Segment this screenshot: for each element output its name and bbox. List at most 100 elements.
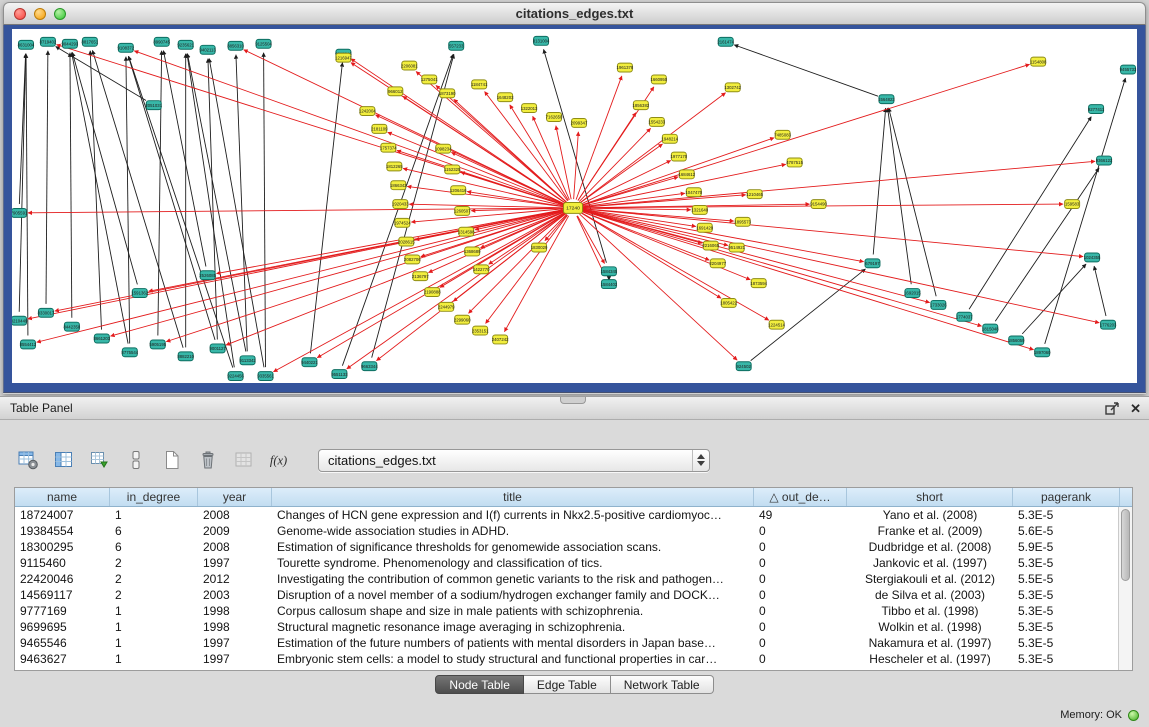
zoom-window-button[interactable]	[54, 8, 66, 20]
graph-node[interactable]: 1564823	[878, 95, 895, 104]
graph-node[interactable]: 8330017	[38, 308, 55, 317]
window-titlebar[interactable]: citations_edges.txt	[3, 2, 1146, 25]
graph-node[interactable]: 1830029	[531, 243, 548, 252]
close-panel-icon[interactable]: ✕	[1130, 399, 1141, 418]
column-header[interactable]: name	[15, 488, 110, 506]
graph-node[interactable]: 1554233	[649, 118, 666, 127]
float-panel-icon[interactable]	[1105, 402, 1120, 415]
graph-node[interactable]: 9113342	[239, 356, 256, 365]
graph-node[interactable]: 1974524	[394, 218, 411, 227]
graph-node[interactable]: 8882210	[177, 352, 194, 361]
graph-node[interactable]: 9514921	[728, 243, 745, 252]
table-row[interactable]: 946554611997Estimation of the future num…	[15, 635, 1132, 651]
graph-node[interactable]: 1275041	[421, 75, 438, 84]
graph-node[interactable]: 8661203	[93, 334, 110, 343]
graph-node[interactable]: 1154808	[1030, 57, 1047, 66]
graph-node[interactable]: 1691420	[696, 223, 713, 232]
graph-node[interactable]: 2526085	[199, 271, 216, 280]
graph-node[interactable]: 2299060	[454, 315, 471, 324]
graph-node[interactable]: 557233	[449, 41, 464, 50]
graph-node[interactable]: 1774037	[956, 312, 973, 321]
row-height-button[interactable]	[122, 447, 149, 474]
graph-node[interactable]: 1216947	[335, 53, 352, 62]
graph-node[interactable]: 9402113	[199, 45, 216, 54]
graph-node[interactable]: 1866342	[390, 181, 407, 190]
graph-node[interactable]: 1098234	[435, 144, 452, 153]
tab-network-table[interactable]: Network Table	[611, 675, 714, 694]
graph-node[interactable]: 5905195	[149, 340, 166, 349]
graph-node[interactable]: 8442358	[64, 322, 81, 331]
graph-node[interactable]: 159583	[1065, 200, 1080, 209]
graph-node[interactable]: 2161474	[717, 37, 734, 46]
graph-node[interactable]: 9551133	[331, 370, 348, 379]
graph-node[interactable]: 9366122	[1096, 156, 1113, 165]
graph-node[interactable]: 1733026	[930, 300, 947, 309]
graph-node[interactable]: 8990745	[153, 37, 170, 46]
graph-node[interactable]: 1873594	[750, 279, 767, 288]
graph-node[interactable]: 1024355	[1084, 253, 1101, 262]
graph-node[interactable]: 4787515	[786, 158, 803, 167]
graph-node[interactable]: 9001127	[209, 344, 226, 353]
graph-node[interactable]: 1873190	[439, 89, 456, 98]
graph-node[interactable]: 8631004	[18, 40, 35, 49]
graph-node[interactable]: 1152325	[444, 165, 461, 174]
delete-column-button[interactable]	[194, 447, 221, 474]
graph-node[interactable]: 1314598	[458, 227, 475, 236]
graph-node[interactable]: 1776203	[1100, 320, 1117, 329]
graph-node[interactable]: 9235621	[177, 40, 194, 49]
function-builder-button[interactable]: f(x)	[266, 447, 293, 474]
graph-node[interactable]: 1812265	[386, 162, 403, 171]
graph-node[interactable]: 1210465	[746, 190, 763, 199]
graph-node[interactable]: 1856382	[633, 101, 650, 110]
table-select[interactable]: citations_edges.txt	[318, 449, 710, 472]
graph-node[interactable]: 2244979	[438, 302, 455, 311]
graph-node[interactable]: 1805422	[720, 298, 737, 307]
graph-node[interactable]: 1961378	[617, 63, 634, 72]
graph-node[interactable]: 2051031	[145, 101, 162, 110]
import-table-button[interactable]	[86, 447, 113, 474]
graph-node[interactable]: 1948214	[661, 134, 678, 143]
graph-node[interactable]: 7162650	[546, 113, 563, 122]
graph-node[interactable]: 9108372	[117, 43, 134, 52]
graph-node[interactable]: 2204977	[709, 259, 726, 268]
graph-node[interactable]: 7485083	[774, 130, 791, 139]
graph-node[interactable]: 1260507	[454, 206, 471, 215]
graph-node[interactable]: 1422770	[473, 265, 490, 274]
graph-node[interactable]: 17240	[564, 203, 583, 214]
graph-node[interactable]: 1584345	[601, 267, 618, 276]
graph-node[interactable]: 1757374	[380, 143, 397, 152]
graph-node[interactable]: 9125504	[255, 39, 272, 48]
graph-node[interactable]: 1302742	[724, 83, 741, 92]
graph-node[interactable]: 9663344	[361, 362, 378, 371]
table-scrollbar[interactable]	[1118, 507, 1132, 670]
column-header[interactable]: title	[272, 488, 754, 506]
graph-node[interactable]: 2028615	[398, 237, 415, 246]
graph-node[interactable]: 1684612	[678, 170, 695, 179]
graph-node[interactable]: 2099347	[571, 118, 588, 127]
graph-node[interactable]: 1692015	[904, 289, 921, 298]
tab-node-table[interactable]: Node Table	[435, 675, 524, 694]
table-row[interactable]: 911546021997Tourette syndrome. Phenomeno…	[15, 555, 1132, 571]
tab-edge-table[interactable]: Edge Table	[524, 675, 611, 694]
graph-node[interactable]: 1815048	[982, 324, 999, 333]
table-row[interactable]: 977716911998Corpus callosum shape and si…	[15, 603, 1132, 619]
table-mode-button[interactable]	[14, 447, 41, 474]
graph-node[interactable]: 1895573	[734, 217, 751, 226]
graph-node[interactable]: 8210449	[12, 316, 28, 325]
table-row[interactable]: 946362711997Embryonic stem cells: a mode…	[15, 651, 1132, 667]
graph-node[interactable]: 1660950	[651, 75, 668, 84]
graph-node[interactable]: 2407242	[492, 335, 509, 344]
table-row[interactable]: 969969511998Structural magnetic resonanc…	[15, 619, 1132, 635]
graph-node[interactable]: 679197	[865, 259, 880, 268]
table-row[interactable]: 1456911722003Disruption of a novel membe…	[15, 587, 1132, 603]
graph-node[interactable]: 2206081	[401, 61, 418, 70]
graph-node[interactable]: 9277411	[1088, 105, 1105, 114]
column-header[interactable]: pagerank	[1013, 488, 1120, 506]
graph-node[interactable]: 966012	[388, 87, 403, 96]
graph-node[interactable]: 9044293	[62, 39, 79, 48]
panel-divider-handle[interactable]	[560, 397, 586, 404]
graph-node[interactable]: 1856059	[1008, 336, 1025, 345]
graph-node[interactable]: 1206416	[450, 186, 467, 195]
graph-node[interactable]: 8719402	[40, 37, 57, 46]
graph-node[interactable]: 1920433	[392, 200, 409, 209]
